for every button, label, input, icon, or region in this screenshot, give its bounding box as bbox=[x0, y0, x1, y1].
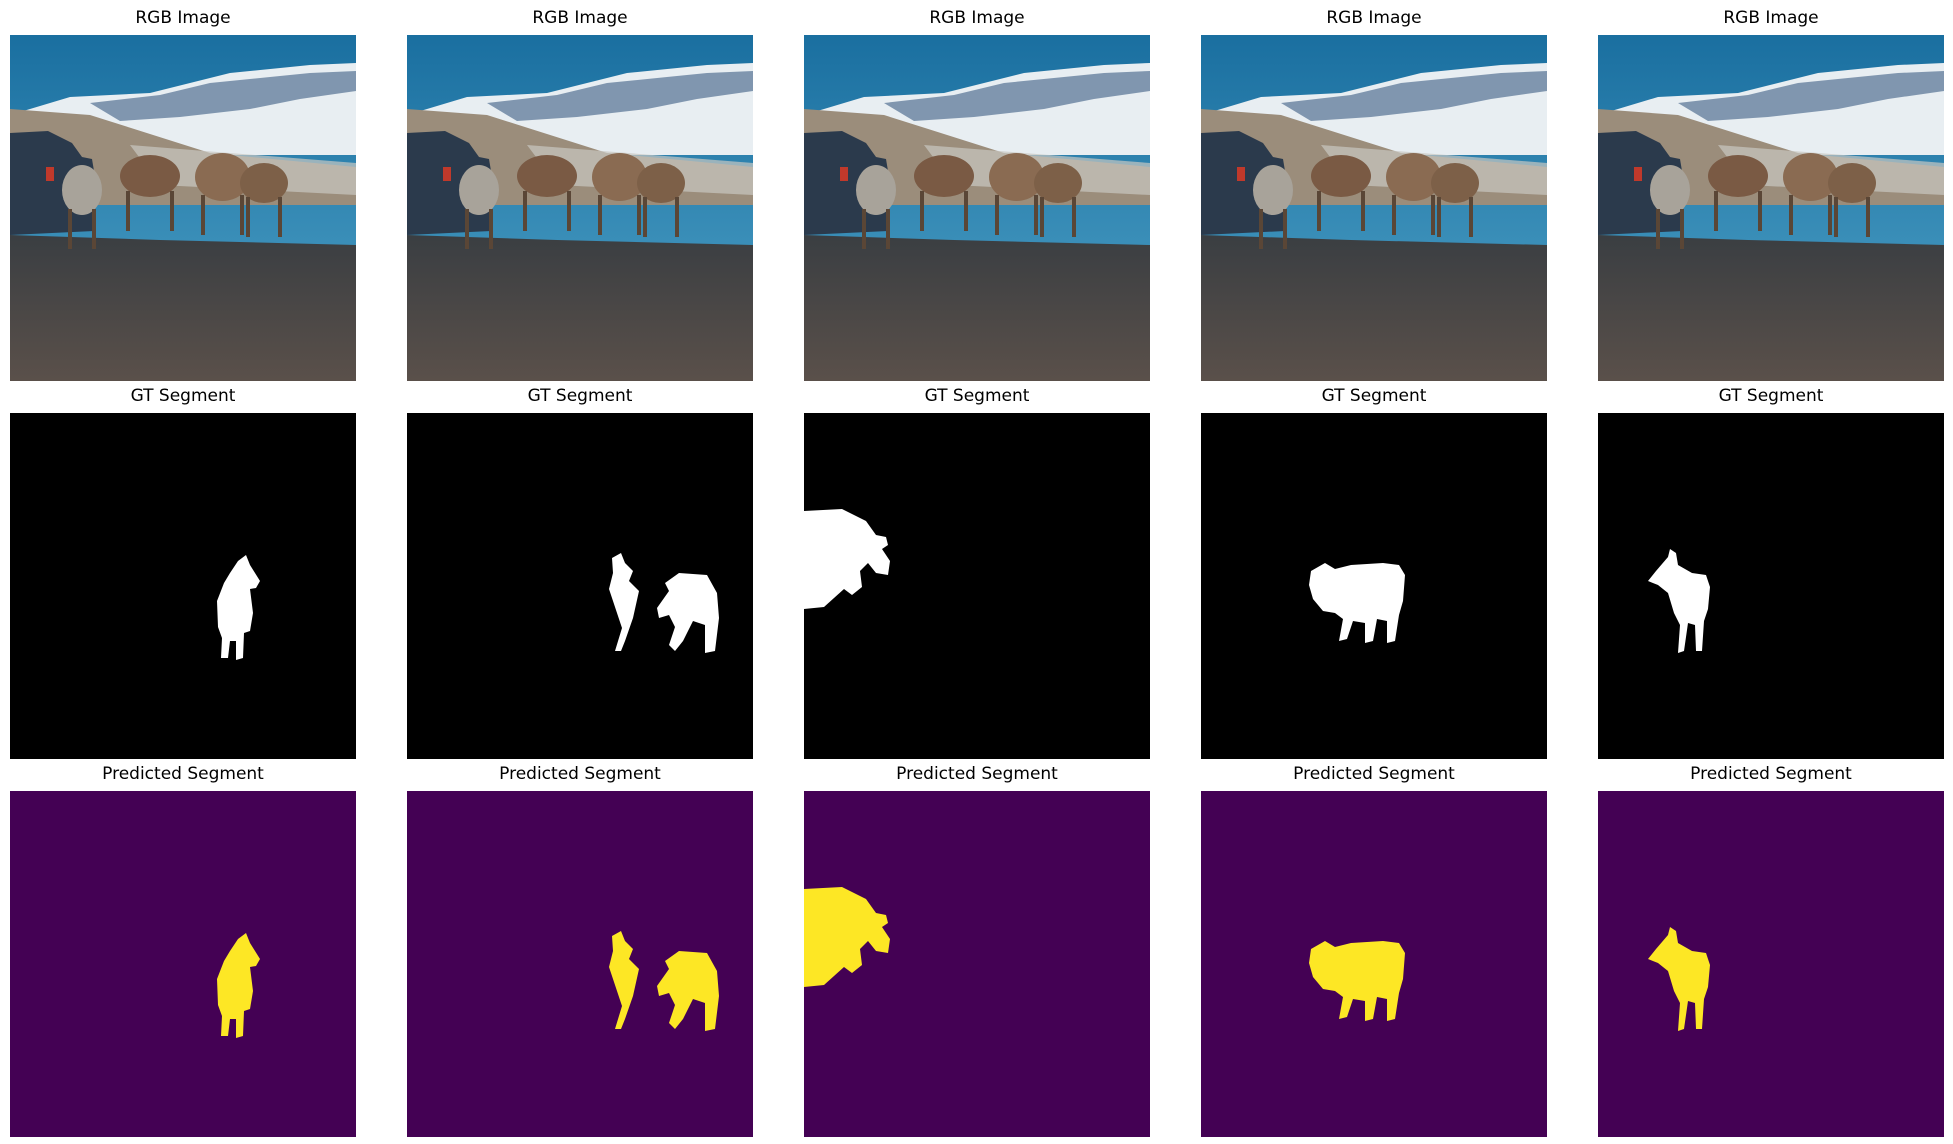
gt-segment-title: GT Segment bbox=[1718, 386, 1824, 406]
mask-background bbox=[1598, 791, 1944, 1137]
predicted-segment-title: Predicted Segment bbox=[1293, 764, 1455, 784]
predicted-segment-title: Predicted Segment bbox=[499, 764, 661, 784]
gt-segment-graphic bbox=[1598, 413, 1944, 759]
predicted-segment-image bbox=[10, 791, 356, 1137]
gt-segment-graphic bbox=[1201, 413, 1547, 759]
rgb-image-title: RGB Image bbox=[1723, 8, 1819, 28]
mask-background bbox=[1598, 413, 1944, 759]
predicted-segment-title: Predicted Segment bbox=[1690, 764, 1852, 784]
predicted-segment-graphic bbox=[10, 791, 356, 1137]
predicted-segment-image bbox=[1201, 791, 1547, 1137]
gt-segment-title: GT Segment bbox=[527, 386, 633, 406]
gt-segment-image bbox=[10, 413, 356, 759]
gt-segment-image bbox=[804, 413, 1150, 759]
predicted-segment-image bbox=[407, 791, 753, 1137]
predicted-segment-image bbox=[804, 791, 1150, 1137]
mask-background bbox=[10, 791, 356, 1137]
gt-segment-title: GT Segment bbox=[1321, 386, 1427, 406]
rgb-image-image bbox=[407, 35, 753, 381]
rgb-image-title: RGB Image bbox=[929, 8, 1025, 28]
rgb-image-graphic bbox=[10, 35, 356, 381]
mask-background bbox=[10, 413, 356, 759]
rgb-image-title: RGB Image bbox=[1326, 8, 1422, 28]
predicted-segment-graphic bbox=[1201, 791, 1547, 1137]
predicted-segment-graphic bbox=[407, 791, 753, 1137]
rgb-image-image bbox=[1598, 35, 1944, 381]
predicted-segment-image bbox=[1598, 791, 1944, 1137]
gt-segment-title: GT Segment bbox=[130, 386, 236, 406]
rgb-image-image bbox=[1201, 35, 1547, 381]
predicted-segment-title: Predicted Segment bbox=[896, 764, 1058, 784]
gt-segment-graphic bbox=[407, 413, 753, 759]
predicted-segment-graphic bbox=[1598, 791, 1944, 1137]
rgb-image-graphic bbox=[1598, 35, 1944, 381]
rgb-image-image bbox=[804, 35, 1150, 381]
gt-segment-graphic bbox=[804, 413, 1150, 759]
rgb-image-image bbox=[10, 35, 356, 381]
gt-segment-image bbox=[1201, 413, 1547, 759]
rgb-image-graphic bbox=[1201, 35, 1547, 381]
gt-segment-image bbox=[407, 413, 753, 759]
gt-segment-image bbox=[1598, 413, 1944, 759]
predicted-segment-title: Predicted Segment bbox=[102, 764, 264, 784]
rgb-image-title: RGB Image bbox=[135, 8, 231, 28]
rgb-image-graphic bbox=[407, 35, 753, 381]
gt-segment-graphic bbox=[10, 413, 356, 759]
rgb-image-graphic bbox=[804, 35, 1150, 381]
gt-segment-title: GT Segment bbox=[924, 386, 1030, 406]
rgb-image-title: RGB Image bbox=[532, 8, 628, 28]
predicted-segment-graphic bbox=[804, 791, 1150, 1137]
